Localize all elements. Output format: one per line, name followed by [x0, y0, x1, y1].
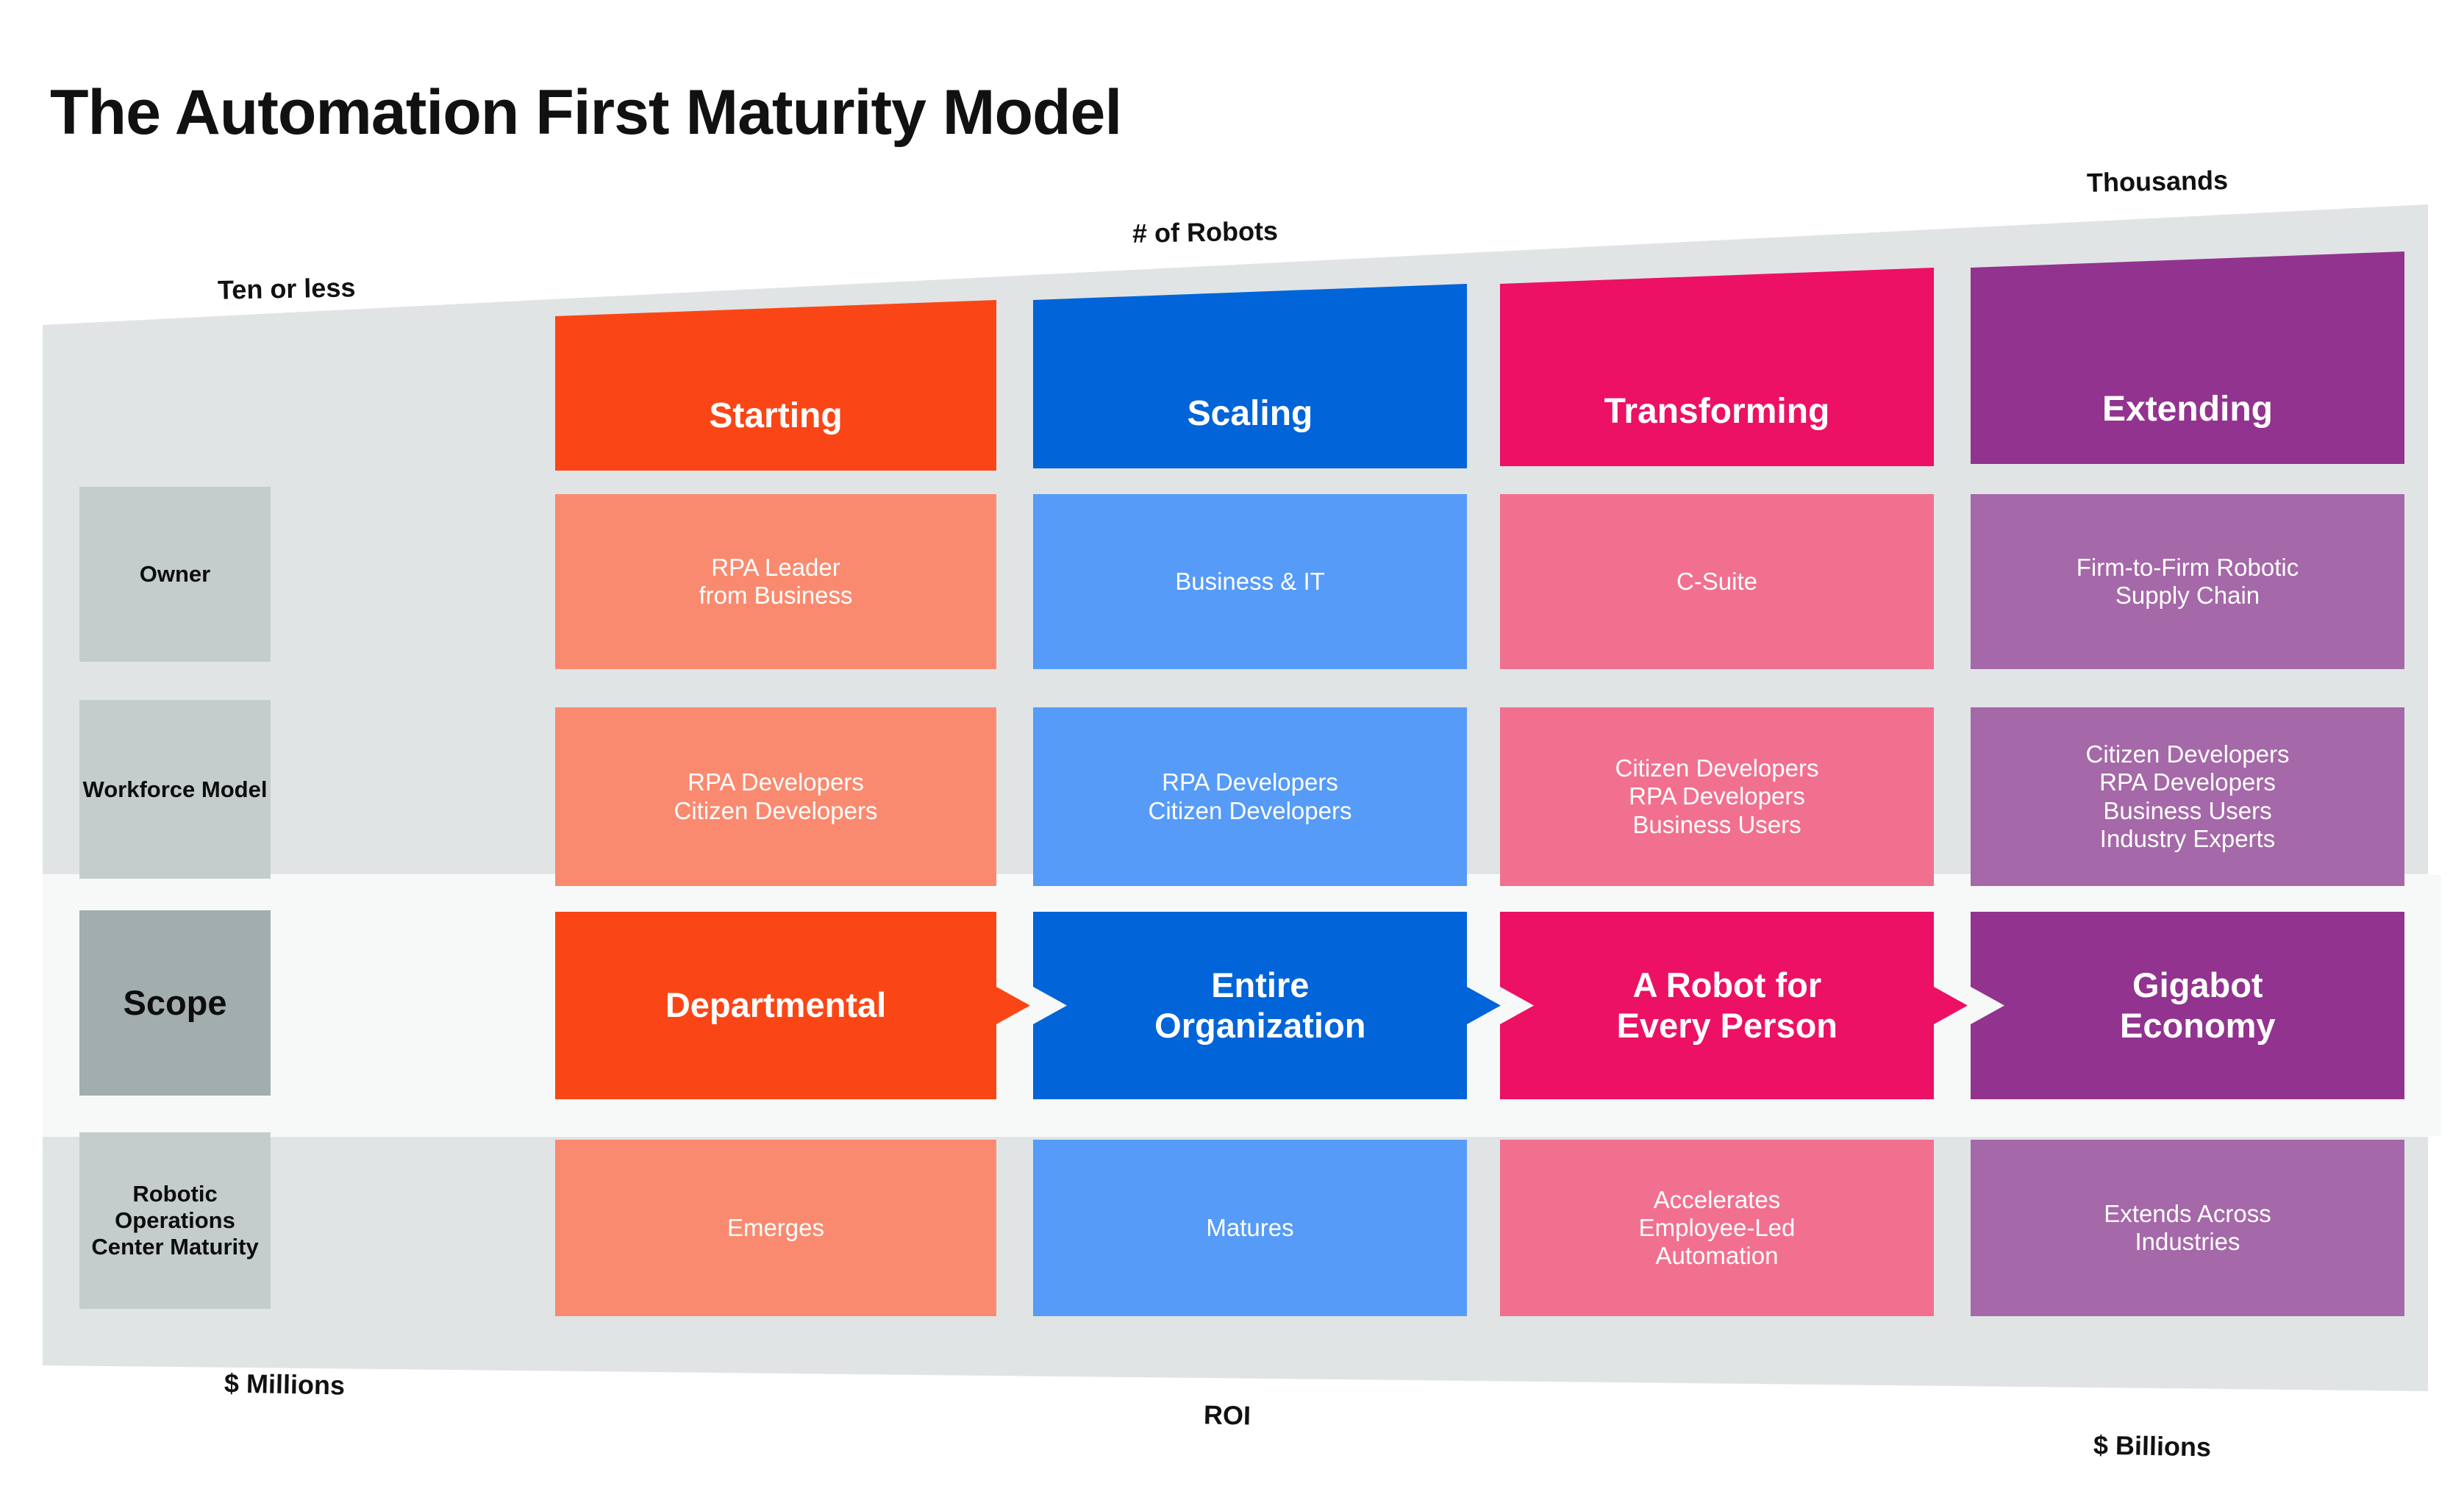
row-label-robotic-operations: Robotic Operations Center Maturity: [79, 1132, 271, 1309]
row-label-owner: Owner: [79, 487, 271, 662]
cell-text: C-Suite: [1676, 567, 1758, 595]
cell-scaling-scope[interactable]: Entire Organization: [1033, 912, 1501, 1099]
cell-scaling-workforce-model[interactable]: RPA Developers Citizen Developers: [1033, 707, 1467, 886]
maturity-model-slide: The Automation First Maturity Model Ten …: [0, 0, 2464, 1500]
cell-starting-scope[interactable]: Departmental: [555, 912, 1030, 1099]
row-label-text: Robotic Operations Center Maturity: [91, 1181, 259, 1260]
cell-text: RPA Developers Citizen Developers: [674, 768, 878, 824]
stage-header-transforming[interactable]: Transforming: [1500, 268, 1934, 466]
cell-text: Extends Across Industries: [2104, 1199, 2271, 1255]
cell-text: Citizen Developers RPA Developers Business…: [1615, 754, 1819, 838]
cell-transforming-scope[interactable]: A Robot for Every Person: [1500, 912, 1968, 1099]
cell-text: Entire Organization: [1154, 965, 1366, 1045]
stage-header-label: Transforming: [1604, 392, 1830, 432]
cell-transforming-owner[interactable]: C-Suite: [1500, 494, 1934, 669]
maturity-grid: Starting Scaling Transforming Extending Owne…: [0, 0, 2464, 1500]
stage-header-label: Scaling: [1187, 394, 1313, 434]
cell-text: Gigabot Economy: [2120, 965, 2276, 1045]
row-label-text: Scope: [123, 982, 227, 1022]
row-label-workforce-model: Workforce Model: [79, 700, 271, 879]
stage-header-extending[interactable]: Extending: [1971, 251, 2404, 464]
cell-text: Business & IT: [1175, 567, 1325, 595]
row-label-text: Workforce Model: [82, 776, 268, 802]
cell-text: RPA Leader from Business: [699, 553, 853, 609]
cell-extending-owner[interactable]: Firm-to-Firm Robotic Supply Chain: [1971, 494, 2404, 669]
cell-text: RPA Developers Citizen Developers: [1148, 768, 1352, 824]
row-label-scope: Scope: [79, 910, 271, 1096]
stage-header-label: Starting: [709, 396, 843, 436]
cell-extending-robotic-operations[interactable]: Extends Across Industries: [1971, 1140, 2404, 1316]
cell-starting-workforce-model[interactable]: RPA Developers Citizen Developers: [555, 707, 996, 886]
cell-transforming-workforce-model[interactable]: Citizen Developers RPA Developers Business…: [1500, 707, 1934, 886]
cell-scaling-owner[interactable]: Business & IT: [1033, 494, 1467, 669]
cell-text: Matures: [1206, 1213, 1294, 1241]
row-label-text: Owner: [139, 561, 211, 588]
cell-text: A Robot for Every Person: [1616, 965, 1838, 1045]
cell-starting-owner[interactable]: RPA Leader from Business: [555, 494, 996, 669]
cell-transforming-robotic-operations[interactable]: Accelerates Employee-Led Automation: [1500, 1140, 1934, 1316]
cell-starting-robotic-operations[interactable]: Emerges: [555, 1140, 996, 1316]
cell-text: Citizen Developers RPA Developers Business…: [2085, 740, 2290, 852]
cell-text: Firm-to-Firm Robotic Supply Chain: [2076, 553, 2299, 609]
cell-extending-scope[interactable]: Gigabot Economy: [1971, 912, 2404, 1099]
cell-text: Departmental: [665, 985, 887, 1025]
cell-text: Accelerates Employee-Led Automation: [1638, 1185, 1796, 1270]
stage-header-starting[interactable]: Starting: [555, 300, 996, 471]
cell-scaling-robotic-operations[interactable]: Matures: [1033, 1140, 1467, 1316]
cell-extending-workforce-model[interactable]: Citizen Developers RPA Developers Business…: [1971, 707, 2404, 886]
stage-header-label: Extending: [2101, 390, 2273, 429]
cell-text: Emerges: [726, 1213, 825, 1241]
stage-header-scaling[interactable]: Scaling: [1033, 284, 1467, 468]
